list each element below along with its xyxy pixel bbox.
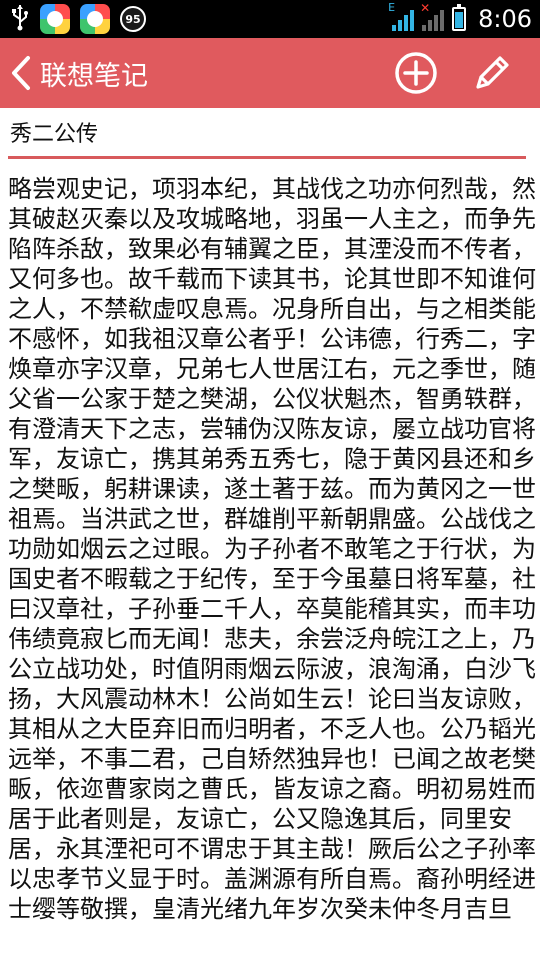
note-title: 秀二公传	[10, 122, 99, 147]
status-bar-system: E ✕ 8:06	[388, 1, 532, 33]
title-divider	[8, 156, 526, 159]
app-title: 联想笔记	[40, 60, 148, 92]
add-circle-icon	[395, 52, 437, 94]
usb-icon	[10, 3, 30, 35]
notification-count-badge: 95	[120, 6, 146, 32]
back-button[interactable]	[4, 38, 38, 108]
add-button[interactable]	[388, 45, 444, 101]
network-type-label: E	[388, 1, 396, 14]
edit-button[interactable]	[464, 45, 520, 101]
status-time: 8:06	[478, 5, 532, 33]
app-store-icon	[40, 4, 70, 34]
action-bar: 联想笔记	[0, 38, 540, 108]
battery-icon	[452, 4, 467, 31]
note-body[interactable]: 略尝观史记，项羽本纪，其战伐之功亦何烈哉，然其破赵灭秦以及攻城略地，羽虽一人主之…	[8, 174, 538, 924]
pencil-icon	[476, 56, 509, 89]
no-signal-icon: ✕	[420, 1, 445, 31]
status-bar: 95 E ✕ 8:06	[0, 0, 540, 38]
back-arrow-icon	[12, 56, 30, 90]
status-bar-notifications: 95	[10, 3, 146, 35]
signal-icon: E	[388, 1, 415, 31]
app-store-icon-2	[80, 4, 110, 34]
